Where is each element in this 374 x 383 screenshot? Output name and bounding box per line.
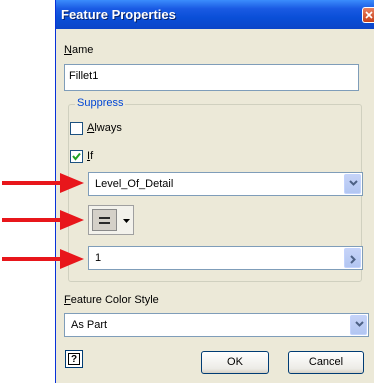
parameter-dropdown[interactable]: Level_Of_Detail: [88, 172, 363, 196]
close-icon[interactable]: [362, 7, 374, 23]
check-icon: [72, 152, 81, 161]
always-label: Always: [87, 122, 122, 134]
name-label: Name: [64, 44, 93, 56]
equals-icon: [92, 209, 117, 231]
arrow-operator-icon: [2, 210, 84, 230]
condition-value: 1: [95, 252, 102, 264]
name-label-rest: ame: [71, 44, 94, 56]
dialog-title: Feature Properties: [61, 7, 176, 22]
ok-button[interactable]: OK: [201, 351, 269, 374]
arrow-value-icon: [2, 249, 84, 269]
suppress-group-title: Suppress: [75, 97, 126, 109]
name-field[interactable]: Fillet1: [64, 64, 359, 91]
color-style-value: As Part: [71, 319, 108, 331]
feature-properties-dialog: Feature Properties Name Fillet1 Suppress…: [55, 0, 374, 383]
always-checkbox[interactable]: [70, 122, 83, 135]
cancel-label: Cancel: [308, 356, 344, 368]
parameter-value: Level_Of_Detail: [95, 178, 174, 190]
operator-dropdown[interactable]: [88, 205, 134, 235]
help-button[interactable]: ?: [65, 350, 83, 368]
cancel-button[interactable]: Cancel: [288, 351, 364, 374]
help-icon: ?: [68, 353, 80, 365]
if-checkbox[interactable]: [70, 150, 83, 163]
name-value: Fillet1: [69, 70, 99, 82]
if-label: If: [87, 150, 94, 162]
name-label-mnemonic: N: [64, 44, 72, 56]
caret-down-icon[interactable]: [123, 219, 130, 223]
color-style-label: Feature Color Style: [64, 294, 159, 306]
chevron-down-icon[interactable]: [344, 174, 361, 194]
condition-value-field[interactable]: 1: [88, 246, 363, 270]
color-style-dropdown[interactable]: As Part: [64, 313, 369, 337]
title-bar[interactable]: Feature Properties: [56, 0, 374, 29]
chevron-down-icon[interactable]: [350, 315, 367, 335]
ok-label: OK: [227, 356, 243, 368]
arrow-parameter-icon: [2, 173, 84, 193]
chevron-right-icon[interactable]: [344, 248, 361, 268]
